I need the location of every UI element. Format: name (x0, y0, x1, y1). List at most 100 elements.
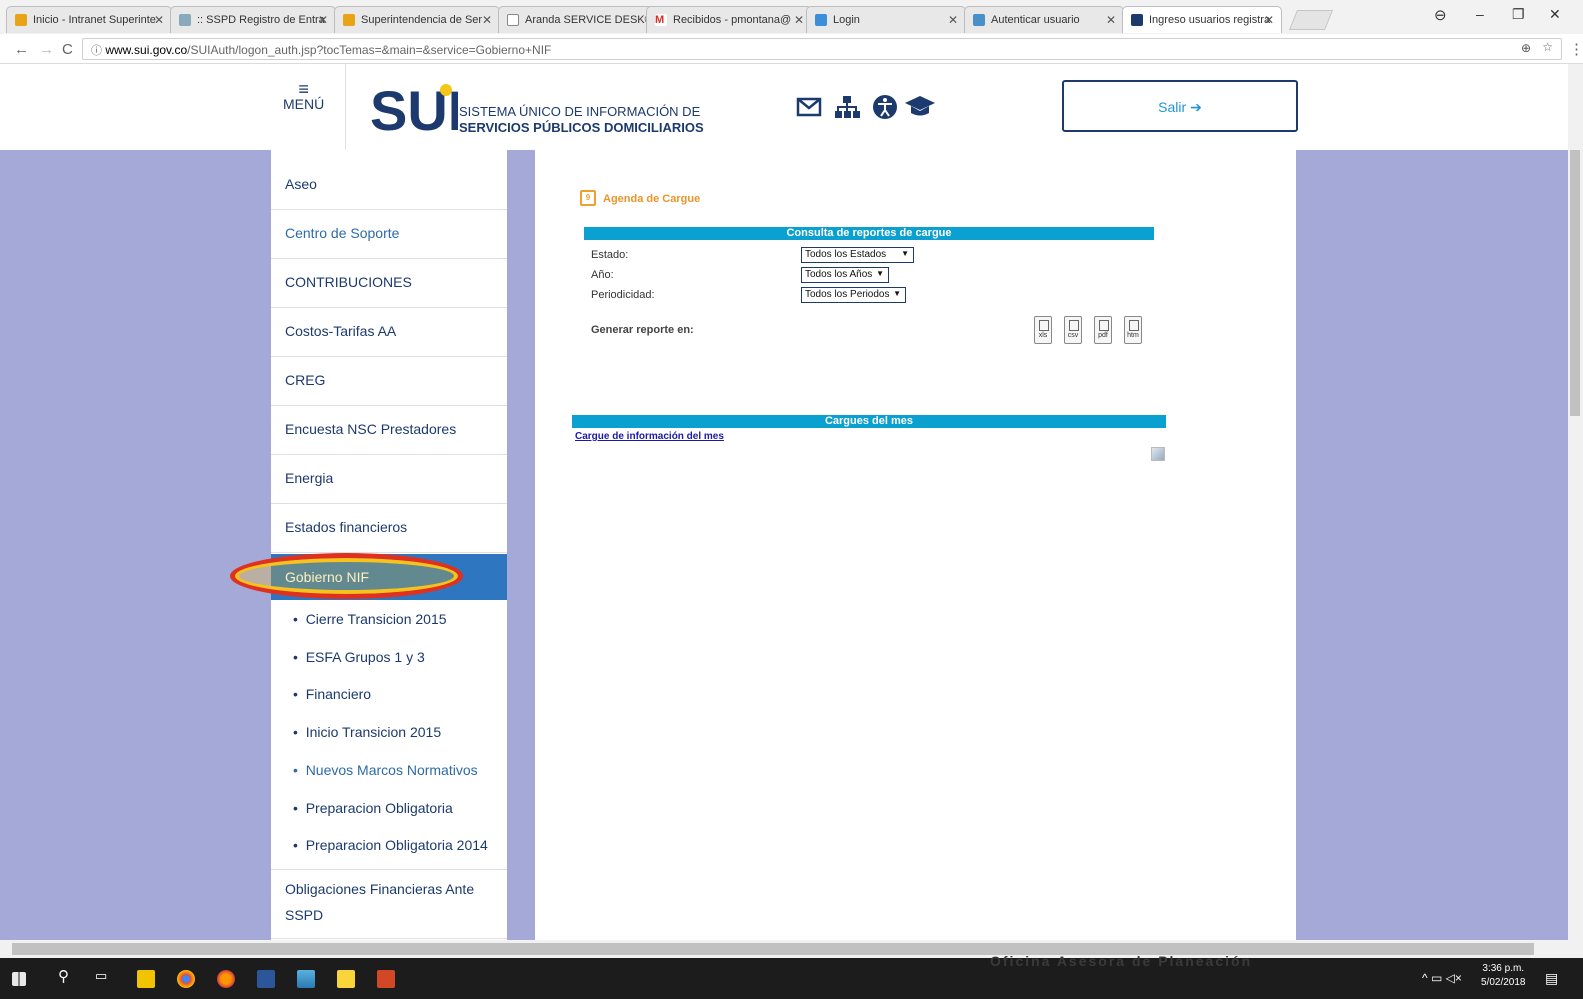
close-tab-icon[interactable]: ✕ (318, 13, 328, 27)
vertical-scroll-thumb[interactable] (1570, 150, 1580, 416)
sidebar-subitem[interactable]: • Preparacion Obligatoria 2014 (293, 837, 488, 853)
browser-tab[interactable]: Autenticar usuario ✕ (964, 6, 1124, 33)
sitemap-icon[interactable] (834, 94, 860, 120)
sidebar-subitem[interactable]: • Preparacion Obligatoria (293, 800, 453, 816)
watermark-text: Oficina Asesora de Planeación (990, 953, 1253, 969)
taskbar-clock[interactable]: 3:36 p.m. 5/02/2018 (1481, 962, 1526, 990)
search-icon[interactable]: ⚲ (58, 967, 76, 985)
browser-tab[interactable]: :: SSPD Registro de Entra ✕ (170, 6, 336, 33)
powerpoint-icon[interactable] (377, 970, 395, 988)
sticky-notes-icon[interactable] (337, 970, 355, 988)
close-tab-icon[interactable]: ✕ (948, 13, 958, 27)
periodicidad-label: Periodicidad: (591, 289, 655, 301)
chrome-icon[interactable] (177, 970, 195, 988)
firefox-icon[interactable] (217, 970, 235, 988)
task-view-icon[interactable]: ▭ (95, 968, 113, 986)
browser-tab-active[interactable]: Ingreso usuarios registra ✕ (1122, 6, 1282, 33)
estado-label: Estado: (591, 249, 629, 261)
sidebar-item-centro-soporte[interactable]: Centro de Soporte (271, 210, 507, 259)
page-icon (507, 14, 519, 26)
anio-label: Año: (591, 269, 614, 281)
sidebar-item-encuesta-nsc[interactable]: Encuesta NSC Prestadores (271, 406, 507, 455)
sidebar-subitem[interactable]: • ESFA Grupos 1 y 3 (293, 649, 425, 665)
back-arrow-icon[interactable]: ← (14, 41, 29, 58)
sidebar-subitem[interactable]: • Nuevos Marcos Normativos (293, 762, 478, 778)
bookmark-star-icon[interactable]: ☆ (1542, 40, 1553, 54)
reload-icon[interactable]: C (62, 41, 73, 58)
close-tab-icon[interactable]: ✕ (1106, 13, 1116, 27)
app-icon[interactable] (297, 970, 315, 988)
menu-button[interactable]: ≡ MENÚ (283, 80, 324, 112)
sign-out-icon: ➔ (1190, 99, 1202, 115)
address-bar[interactable]: ⓘ www.sui.gov.co/SUIAuth/logon_auth.jsp?… (82, 38, 1562, 60)
url-path: /SUIAuth/logon_auth.jsp?tocTemas=&main=&… (187, 43, 552, 57)
logout-button[interactable]: Salir ➔ (1062, 80, 1298, 132)
cargues-header: Cargues del mes (572, 415, 1166, 428)
sidebar-subitem[interactable]: • Inicio Transicion 2015 (293, 724, 441, 740)
notifications-icon[interactable]: ▤ (1545, 970, 1558, 987)
pdf-file-icon[interactable]: pdf (1094, 316, 1112, 344)
forward-arrow-icon[interactable]: → (39, 41, 54, 58)
zoom-icon[interactable]: ⊕ (1521, 41, 1531, 55)
calendar-icon: 9 (580, 190, 596, 206)
browser-tab[interactable]: Aranda SERVICE DESK®✕ (498, 6, 664, 33)
sidebar-item-costos-tarifas[interactable]: Costos-Tarifas AA (271, 308, 507, 357)
sidebar-subitem[interactable]: • Cierre Transicion 2015 (293, 611, 447, 627)
cargue-link[interactable]: Cargue de información del mes (575, 431, 724, 442)
close-window-icon[interactable]: ✕ (1549, 6, 1561, 23)
tab-favicon-icon (179, 14, 191, 26)
header-divider (345, 64, 346, 150)
consulta-header: Consulta de reportes de cargue (584, 227, 1154, 240)
gmail-icon: M (655, 14, 667, 26)
sidebar-item-energia[interactable]: Energia (271, 455, 507, 504)
header-title-line1: SISTEMA ÚNICO DE INFORMACIÓN DE (459, 104, 701, 119)
header-title-line2: SERVICIOS PÚBLICOS DOMICILIARIOS (459, 120, 704, 135)
sidebar-item-estados-financieros[interactable]: Estados financieros (271, 504, 507, 553)
browser-tab[interactable]: Inicio - Intranet Superinte ✕ (6, 6, 172, 33)
file-explorer-icon[interactable] (137, 970, 155, 988)
word-icon[interactable] (257, 970, 275, 988)
browser-tab-strip: Inicio - Intranet Superinte ✕ :: SSPD Reg… (0, 0, 1583, 34)
minimize-icon[interactable]: – (1476, 6, 1484, 22)
xls-file-icon[interactable]: xls (1034, 316, 1052, 344)
close-tab-icon[interactable]: ✕ (154, 13, 164, 27)
periodicidad-select[interactable]: Todos los Periodos ▼ (801, 287, 906, 303)
browser-menu-icon[interactable]: ⋮ (1569, 40, 1583, 58)
estado-select[interactable]: Todos los Estados ▼ (801, 247, 914, 263)
new-tab-button[interactable] (1288, 10, 1334, 30)
dropdown-arrow-icon: ▼ (893, 289, 901, 298)
sidebar-item-creg[interactable]: CREG (271, 357, 507, 406)
tab-favicon-icon (343, 14, 355, 26)
sidebar-subitem[interactable]: • Financiero (293, 686, 371, 702)
tab-favicon-icon (15, 14, 27, 26)
accessibility-icon[interactable] (872, 94, 898, 120)
mail-icon[interactable] (796, 94, 822, 120)
close-tab-icon[interactable]: ✕ (1264, 13, 1274, 27)
page-viewport: ≡ MENÚ SUI SISTEMA ÚNICO DE INFORMACIÓN … (0, 64, 1568, 958)
sui-logo[interactable]: SUI (370, 84, 458, 134)
browser-tab[interactable]: M Recibidos - pmontana@ ✕ (646, 6, 812, 33)
profile-icon[interactable]: ⊖ (1434, 6, 1447, 24)
page-title: Agenda de Cargue (603, 193, 701, 205)
csv-file-icon[interactable]: csv (1064, 316, 1082, 344)
close-tab-icon[interactable]: ✕ (482, 13, 492, 27)
sidebar-item-contribuciones[interactable]: CONTRIBUCIONES (271, 259, 507, 308)
graduation-cap-icon[interactable] (904, 94, 936, 120)
close-tab-icon[interactable]: ✕ (794, 13, 804, 27)
tab-favicon-icon (973, 14, 985, 26)
tray-icons[interactable]: ^ ▭ ◁× (1422, 971, 1462, 985)
windows-start-icon[interactable] (12, 972, 26, 986)
horizontal-scroll-thumb[interactable] (12, 943, 1534, 955)
browser-tab[interactable]: Login ✕ (806, 6, 966, 33)
browser-tab[interactable]: Superintendencia de Ser ✕ (334, 6, 500, 33)
url-host: www.sui.gov.co (105, 43, 188, 57)
dropdown-arrow-icon: ▼ (901, 249, 909, 258)
tab-favicon-icon (815, 14, 827, 26)
sidebar-item-obligaciones[interactable]: Obligaciones Financieras Ante SSPD (271, 869, 507, 939)
windows-taskbar: ⚲ ▭ ^ ▭ ◁× ▤ (0, 958, 1583, 999)
restore-icon[interactable]: ❐ (1512, 6, 1525, 23)
sidebar-item-aseo[interactable]: Aseo (271, 161, 507, 210)
generar-label: Generar reporte en: (591, 324, 694, 336)
htm-file-icon[interactable]: htm (1124, 316, 1142, 344)
anio-select[interactable]: Todos los Años ▼ (801, 267, 889, 283)
